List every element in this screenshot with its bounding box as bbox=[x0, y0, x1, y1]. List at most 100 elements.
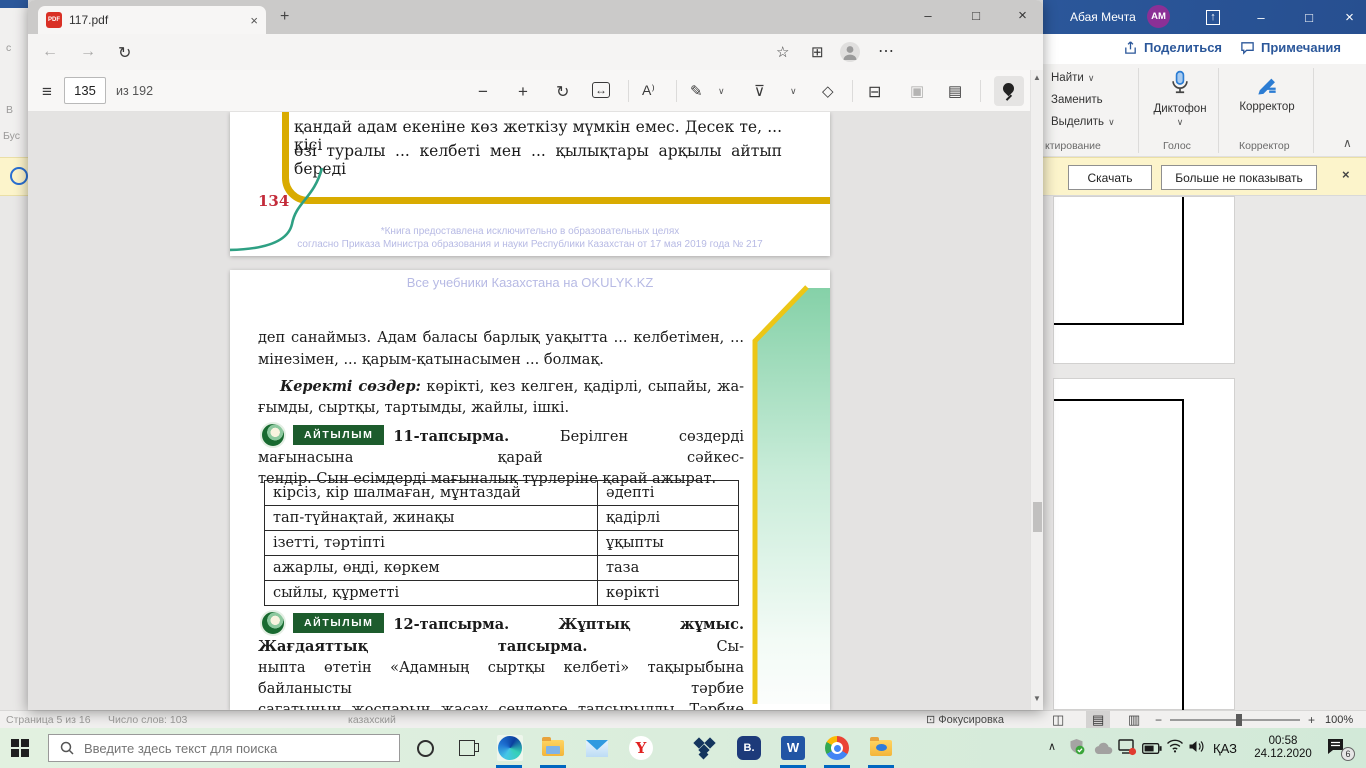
pdf-scrollbar[interactable]: ▲ ▼ bbox=[1030, 70, 1043, 710]
erase-icon[interactable]: ◇ bbox=[822, 82, 834, 100]
search-input[interactable] bbox=[84, 740, 374, 756]
zoom-out-icon[interactable]: − bbox=[478, 82, 488, 102]
profile-avatar[interactable] bbox=[840, 42, 860, 62]
ribbon-display-options-button[interactable]: ↑ bbox=[1193, 0, 1233, 34]
zoom-in-button[interactable]: + bbox=[1308, 713, 1315, 727]
status-page-count[interactable]: Страница 5 из 16 bbox=[6, 714, 91, 726]
select-button[interactable]: Выделить ∨ bbox=[1051, 116, 1115, 128]
pdf-page-134: қандай адам екеніне көз жеткізу мүмкін е… bbox=[230, 112, 830, 256]
language-indicator[interactable]: ҚАЗ bbox=[1213, 741, 1237, 756]
editor-pen-icon bbox=[1258, 78, 1276, 95]
info-icon bbox=[10, 167, 28, 185]
taskbar-b-app-button[interactable]: В. bbox=[736, 735, 762, 761]
person-icon bbox=[843, 46, 857, 60]
forward-icon[interactable]: → bbox=[80, 43, 96, 61]
fit-width-icon[interactable]: ↔ bbox=[592, 82, 610, 98]
collapse-ribbon-button[interactable]: ∧ bbox=[1343, 136, 1352, 150]
table-cell-left: сыйлы, құрметті bbox=[264, 580, 598, 606]
refresh-icon[interactable]: ↻ bbox=[118, 43, 131, 63]
pdf-viewport[interactable]: қандай адам екеніне көз жеткізу мүмкін е… bbox=[28, 112, 1030, 710]
corrector-button[interactable]: Корректор bbox=[1227, 70, 1307, 113]
back-icon[interactable]: ← bbox=[42, 43, 58, 61]
clock[interactable]: 00:58 24.12.2020 bbox=[1250, 735, 1316, 761]
tab-close-icon[interactable]: × bbox=[250, 13, 258, 28]
save-icon[interactable]: ▣ bbox=[910, 82, 924, 100]
highlight-chevron-icon[interactable]: ∨ bbox=[790, 86, 797, 97]
focus-mode-button[interactable]: ⊡ Фокусировка bbox=[926, 713, 1004, 726]
scroll-up-icon[interactable]: ▲ bbox=[1033, 73, 1041, 82]
word-close-button[interactable]: × bbox=[1333, 0, 1366, 34]
tray-expand-icon[interactable]: ∧ bbox=[1048, 740, 1056, 753]
word-notification-bar-left bbox=[0, 157, 28, 196]
word-restore-button[interactable]: □ bbox=[1287, 0, 1331, 34]
replace-button[interactable]: Заменить bbox=[1051, 94, 1103, 106]
screen-share-icon[interactable] bbox=[1118, 739, 1137, 761]
share-button[interactable]: Поделиться bbox=[1123, 40, 1222, 55]
taskbar-yandex-button[interactable]: Y bbox=[628, 735, 654, 761]
taskbar-yandex-disk-button[interactable] bbox=[868, 735, 894, 761]
read-mode-button[interactable]: ◫ bbox=[1052, 712, 1064, 728]
status-word-count[interactable]: Число слов: 103 bbox=[108, 714, 187, 726]
zoom-out-button[interactable]: − bbox=[1155, 713, 1162, 727]
print-icon[interactable]: ⊟ bbox=[868, 82, 881, 102]
toc-icon[interactable]: ≡ bbox=[42, 82, 52, 102]
taskbar-search-box[interactable] bbox=[48, 734, 400, 762]
zoom-slider[interactable] bbox=[1170, 714, 1300, 726]
download-button[interactable]: Скачать bbox=[1068, 165, 1152, 190]
taskbar-chrome-button[interactable] bbox=[824, 735, 850, 761]
notification-center-button[interactable]: 6 bbox=[1327, 738, 1355, 761]
speaking-badge-icon bbox=[260, 610, 286, 636]
onedrive-icon[interactable] bbox=[1093, 741, 1113, 760]
new-tab-button[interactable]: + bbox=[280, 8, 289, 26]
keywords-line: Керекті сөздер: көрікті, кез келген, қад… bbox=[280, 378, 744, 395]
draw-icon[interactable]: ✎ bbox=[690, 82, 703, 100]
page-side-ribbon bbox=[752, 285, 830, 704]
zoom-slider-thumb[interactable] bbox=[1236, 714, 1242, 726]
rotate-icon[interactable]: ↻ bbox=[556, 82, 569, 102]
dictate-button[interactable]: Диктофон ∨ bbox=[1147, 70, 1213, 128]
word-minimize-button[interactable]: – bbox=[1239, 0, 1283, 34]
highlight-icon[interactable]: ⊽ bbox=[754, 82, 765, 100]
start-button[interactable] bbox=[11, 739, 29, 757]
cortana-button[interactable] bbox=[412, 735, 438, 761]
menu-icon[interactable]: ⋯ bbox=[878, 41, 894, 61]
collections-icon[interactable]: ⊞ bbox=[811, 43, 824, 61]
notification-close-icon[interactable]: × bbox=[1342, 167, 1350, 182]
draw-chevron-icon[interactable]: ∨ bbox=[718, 86, 725, 97]
zoom-in-icon[interactable]: + bbox=[518, 82, 528, 102]
scroll-down-icon[interactable]: ▼ bbox=[1033, 694, 1041, 703]
user-avatar[interactable]: AM bbox=[1147, 5, 1170, 28]
task-view-button[interactable] bbox=[454, 735, 480, 761]
word-status-bar: Страница 5 из 16 Число слов: 103 казахск… bbox=[0, 710, 1366, 730]
ribbon-display-options-icon: ↑ bbox=[1206, 9, 1220, 25]
pin-toolbar-button[interactable] bbox=[994, 76, 1024, 106]
favorites-icon[interactable]: ☆ bbox=[776, 43, 789, 61]
page-number-input[interactable] bbox=[64, 77, 106, 104]
volume-icon[interactable] bbox=[1188, 739, 1205, 759]
taskbar-explorer-button[interactable] bbox=[540, 735, 566, 761]
edge-close-button[interactable]: × bbox=[1002, 0, 1043, 30]
wifi-icon[interactable] bbox=[1166, 739, 1184, 758]
taskbar-edge-button[interactable] bbox=[497, 735, 523, 761]
speaking-badge: АЙТЫЛЫМ bbox=[260, 610, 385, 636]
browser-tab[interactable]: PDF 117.pdf × bbox=[38, 6, 266, 34]
taskbar-word-button[interactable]: W bbox=[780, 735, 806, 761]
web-layout-button[interactable]: ▥ bbox=[1128, 712, 1140, 728]
speaking-badge-label: АЙТЫЛЫМ bbox=[293, 424, 385, 446]
taskbar-dropbox-button[interactable] bbox=[692, 735, 718, 761]
zoom-percent[interactable]: 100% bbox=[1325, 714, 1353, 726]
save-as-icon[interactable]: ▤ bbox=[948, 82, 962, 100]
taskbar-mail-button[interactable] bbox=[584, 735, 610, 761]
status-language[interactable]: казахский bbox=[348, 714, 396, 726]
word-icon: W bbox=[781, 736, 805, 760]
read-aloud-icon[interactable]: A⁾ bbox=[642, 82, 655, 99]
battery-icon[interactable] bbox=[1142, 741, 1162, 759]
find-button[interactable]: Найти ∨ bbox=[1051, 72, 1094, 84]
antivirus-icon[interactable] bbox=[1068, 738, 1085, 755]
edge-minimize-button[interactable]: – bbox=[906, 0, 950, 30]
search-icon bbox=[60, 741, 74, 755]
edge-maximize-button[interactable]: □ bbox=[954, 0, 998, 30]
comments-button[interactable]: Примечания bbox=[1240, 40, 1341, 55]
scrollbar-thumb[interactable] bbox=[1033, 502, 1042, 532]
dont-show-again-button[interactable]: Больше не показывать bbox=[1161, 165, 1317, 190]
